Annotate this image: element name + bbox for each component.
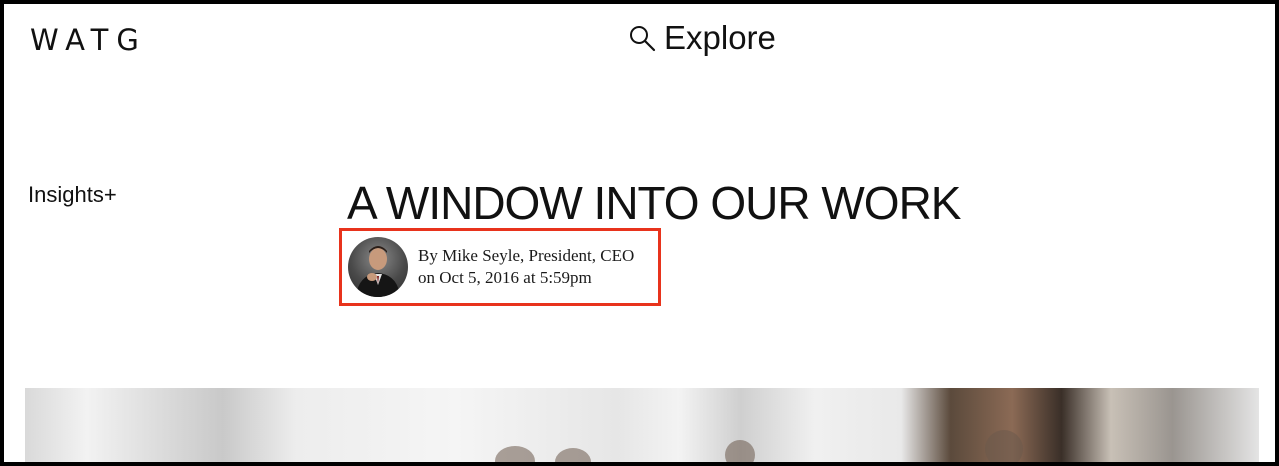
- search-icon: [628, 24, 656, 52]
- hero-figure: [985, 430, 1023, 462]
- author-name: By Mike Seyle, President, CEO: [418, 246, 635, 265]
- byline-text: By Mike Seyle, President, CEO on Oct 5, …: [418, 245, 634, 289]
- hero-figure: [495, 446, 535, 462]
- publish-date: on Oct 5, 2016 at 5:59pm: [418, 268, 592, 287]
- author-byline: By Mike Seyle, President, CEO on Oct 5, …: [339, 228, 661, 306]
- insights-link[interactable]: Insights+: [28, 184, 117, 206]
- explore-label: Explore: [664, 19, 776, 56]
- author-avatar[interactable]: [348, 237, 408, 297]
- hero-figure: [725, 440, 755, 462]
- article-title: A WINDOW INTO OUR WORK: [347, 177, 961, 229]
- logo[interactable]: WATG: [30, 26, 147, 55]
- page-frame: WATG Explore Insights+ A WINDOW INTO OUR…: [0, 0, 1279, 466]
- hero-image: [25, 388, 1259, 462]
- explore-button[interactable]: Explore: [628, 21, 776, 54]
- hero-figure: [555, 448, 591, 462]
